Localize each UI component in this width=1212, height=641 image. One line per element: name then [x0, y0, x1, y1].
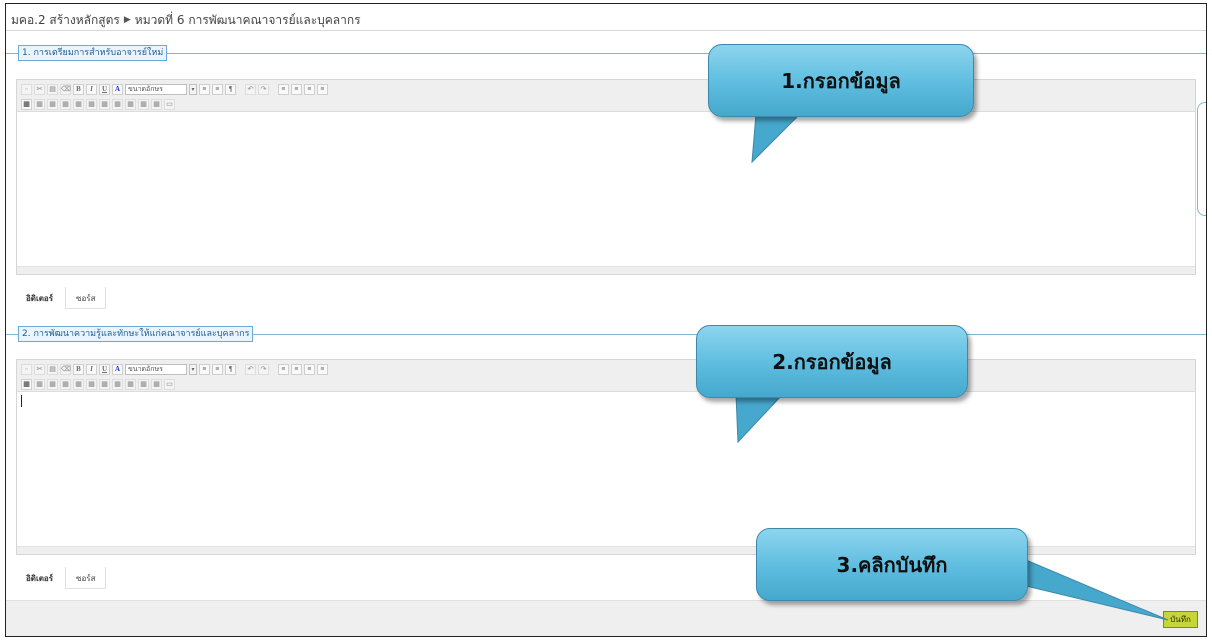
breadcrumb-item-create-course[interactable]: มคอ.2 สร้างหลักสูตร — [11, 11, 120, 29]
align-justify-icon[interactable]: ≡ — [317, 84, 328, 95]
delete-row-icon[interactable]: ▦ — [60, 99, 71, 110]
section-1-text-area[interactable] — [17, 112, 1195, 266]
cut-icon[interactable]: ✂ — [34, 364, 45, 375]
redo-icon[interactable]: ↷ — [258, 84, 269, 95]
paragraph-icon[interactable]: ¶ — [225, 84, 236, 95]
callout-3: 3.คลิกบันทึก — [756, 528, 1176, 623]
section-1-mode-tabs: อิดิเตอร์ ซอร์ส — [16, 287, 107, 309]
callout-2-label: 2.กรอกข้อมูล — [696, 325, 968, 398]
tab-source[interactable]: ซอร์ส — [65, 287, 107, 309]
delete-col-icon[interactable]: ▦ — [99, 99, 110, 110]
tab-source[interactable]: ซอร์ส — [65, 567, 107, 589]
delete-table-icon[interactable]: ▭ — [164, 379, 175, 390]
section-2-legend: 2. การพัฒนาความรู้และทักษะให้แก่คณาจารย์… — [18, 326, 254, 342]
section-1-line — [6, 53, 1206, 54]
editor-toolbar: ▫ ✂ ▤ ⌫ B I U A ขนาดอักษร ▾ ≡ ≡ ¶ ↶ ↷ ≡ … — [17, 80, 1195, 112]
insert-row-after-icon[interactable]: ▦ — [47, 99, 58, 110]
split-cells-icon[interactable]: ▦ — [125, 99, 136, 110]
insert-row-after-icon[interactable]: ▦ — [47, 379, 58, 390]
callout-1: 1.กรอกข้อมูล — [708, 44, 978, 184]
editor-toolbar: ▫ ✂ ▤ ⌫ B I U A ขนาดอักษร ▾ ≡ ≡ ¶ ↶ ↷ ≡ … — [17, 360, 1195, 392]
align-center-icon[interactable]: ≡ — [291, 364, 302, 375]
eraser-icon[interactable]: ⌫ — [60, 84, 71, 95]
delete-table-icon[interactable]: ▭ — [164, 99, 175, 110]
side-panel-handle[interactable] — [1197, 102, 1206, 216]
callout-3-label: 3.คลิกบันทึก — [756, 528, 1028, 601]
bulleted-list-icon[interactable]: ≡ — [212, 364, 223, 375]
chevron-down-icon[interactable]: ▾ — [189, 364, 197, 375]
section-1-editor: ▫ ✂ ▤ ⌫ B I U A ขนาดอักษร ▾ ≡ ≡ ¶ ↶ ↷ ≡ … — [16, 79, 1196, 275]
align-justify-icon[interactable]: ≡ — [317, 364, 328, 375]
align-left-icon[interactable]: ≡ — [278, 84, 289, 95]
insert-col-icon[interactable]: ▦ — [73, 99, 84, 110]
table-props-icon[interactable]: ▦ — [151, 99, 162, 110]
undo-icon[interactable]: ↶ — [245, 84, 256, 95]
paste-icon[interactable]: ▤ — [47, 84, 58, 95]
redo-icon[interactable]: ↷ — [258, 364, 269, 375]
paste-icon[interactable]: ▤ — [47, 364, 58, 375]
undo-icon[interactable]: ↶ — [245, 364, 256, 375]
insert-col-after-icon[interactable]: ▦ — [86, 99, 97, 110]
callout-1-label: 1.กรอกข้อมูล — [708, 44, 974, 117]
cell-props-icon[interactable]: ▦ — [138, 379, 149, 390]
page-frame: มคอ.2 สร้างหลักสูตร ▶ หมวดที่ 6 การพัฒนา… — [5, 3, 1207, 637]
align-left-icon[interactable]: ≡ — [278, 364, 289, 375]
text-caret — [21, 395, 22, 407]
table-icon[interactable]: ▦ — [21, 379, 32, 390]
font-color-icon[interactable]: A — [112, 364, 123, 375]
delete-col-icon[interactable]: ▦ — [99, 379, 110, 390]
insert-col-icon[interactable]: ▦ — [73, 379, 84, 390]
align-center-icon[interactable]: ≡ — [291, 84, 302, 95]
italic-icon[interactable]: I — [86, 364, 97, 375]
new-page-icon[interactable]: ▫ — [21, 84, 32, 95]
section-2-text-area[interactable] — [17, 392, 1195, 546]
bulleted-list-icon[interactable]: ≡ — [212, 84, 223, 95]
section-2-mode-tabs: อิดิเตอร์ ซอร์ส — [16, 567, 107, 589]
breadcrumb-separator-icon: ▶ — [123, 15, 131, 25]
font-size-select[interactable]: ขนาดอักษร — [125, 364, 187, 375]
callout-2: 2.กรอกข้อมูล — [696, 325, 972, 445]
tab-editor[interactable]: อิดิเตอร์ — [16, 567, 63, 589]
numbered-list-icon[interactable]: ≡ — [199, 84, 210, 95]
bold-icon[interactable]: B — [73, 84, 84, 95]
align-right-icon[interactable]: ≡ — [304, 364, 315, 375]
paragraph-icon[interactable]: ¶ — [225, 364, 236, 375]
merge-cells-icon[interactable]: ▦ — [112, 99, 123, 110]
new-page-icon[interactable]: ▫ — [21, 364, 32, 375]
table-icon[interactable]: ▦ — [21, 99, 32, 110]
breadcrumb-item-section6: หมวดที่ 6 การพัฒนาคณาจารย์และบุคลากร — [134, 13, 361, 27]
editor-statusbar — [17, 266, 1195, 274]
breadcrumb-divider — [6, 30, 1206, 31]
cell-props-icon[interactable]: ▦ — [138, 99, 149, 110]
chevron-down-icon[interactable]: ▾ — [189, 84, 197, 95]
split-cells-icon[interactable]: ▦ — [125, 379, 136, 390]
insert-row-icon[interactable]: ▦ — [34, 379, 45, 390]
section-1-legend: 1. การเตรียมการสำหรับอาจารย์ใหม่ — [18, 45, 168, 61]
insert-row-icon[interactable]: ▦ — [34, 99, 45, 110]
italic-icon[interactable]: I — [86, 84, 97, 95]
font-color-icon[interactable]: A — [112, 84, 123, 95]
section-2-editor: ▫ ✂ ▤ ⌫ B I U A ขนาดอักษร ▾ ≡ ≡ ¶ ↶ ↷ ≡ … — [16, 359, 1196, 555]
merge-cells-icon[interactable]: ▦ — [112, 379, 123, 390]
align-right-icon[interactable]: ≡ — [304, 84, 315, 95]
tab-editor[interactable]: อิดิเตอร์ — [16, 287, 63, 309]
underline-icon[interactable]: U — [99, 84, 110, 95]
table-props-icon[interactable]: ▦ — [151, 379, 162, 390]
bold-icon[interactable]: B — [73, 364, 84, 375]
font-size-select[interactable]: ขนาดอักษร — [125, 84, 187, 95]
delete-row-icon[interactable]: ▦ — [60, 379, 71, 390]
cut-icon[interactable]: ✂ — [34, 84, 45, 95]
eraser-icon[interactable]: ⌫ — [60, 364, 71, 375]
insert-col-after-icon[interactable]: ▦ — [86, 379, 97, 390]
underline-icon[interactable]: U — [99, 364, 110, 375]
numbered-list-icon[interactable]: ≡ — [199, 364, 210, 375]
